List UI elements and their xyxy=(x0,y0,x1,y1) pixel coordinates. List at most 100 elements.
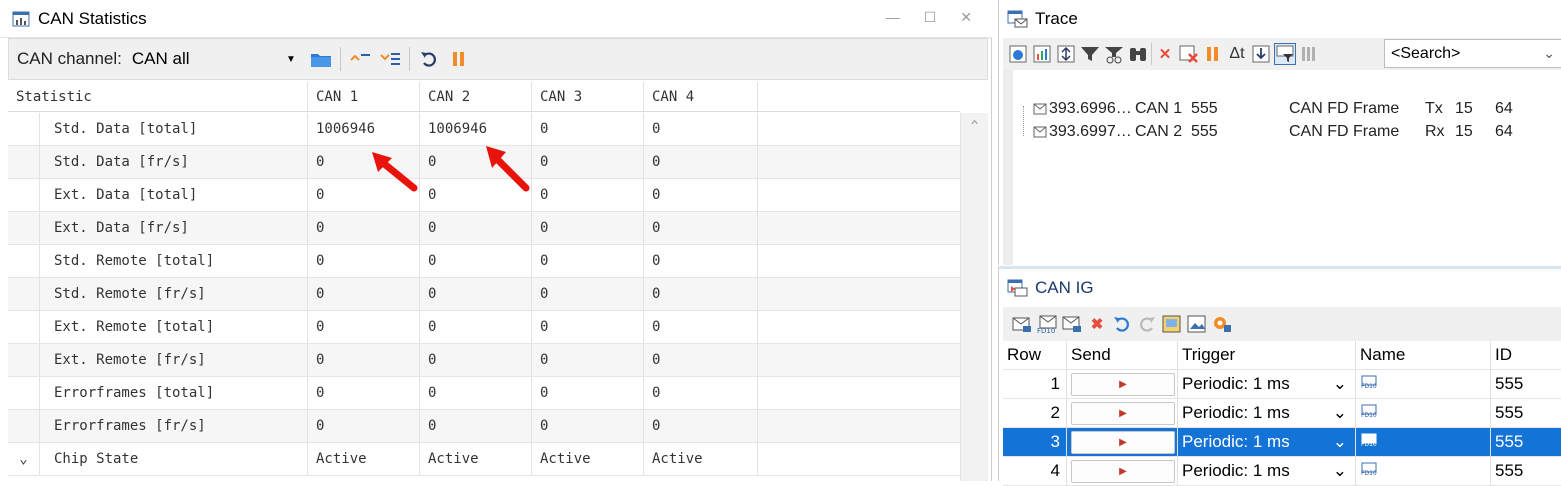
stat-value: 0 xyxy=(420,278,532,310)
svg-text:FD10: FD10 xyxy=(1361,470,1377,476)
redo-icon[interactable] xyxy=(1136,313,1158,335)
col-header-name[interactable]: Name xyxy=(1356,341,1491,369)
clear-icon[interactable] xyxy=(1178,43,1200,65)
stat-value: 0 xyxy=(532,212,644,244)
collapse-all-icon[interactable] xyxy=(349,48,371,70)
stat-value: 0 xyxy=(644,344,758,376)
add-message-icon[interactable] xyxy=(1011,313,1033,335)
send-button[interactable]: ▶ xyxy=(1071,459,1175,483)
row-expander xyxy=(8,113,40,145)
delta-time-icon[interactable]: Δt xyxy=(1226,43,1248,65)
trace-row[interactable]: 393.6996… CAN 1 555 CAN FD Frame Tx 15 64 xyxy=(1033,98,1561,120)
send-button[interactable]: ▶ xyxy=(1071,401,1175,425)
col-header-can2[interactable]: CAN 2 xyxy=(420,82,532,111)
col-header-statistic[interactable]: Statistic xyxy=(8,82,308,111)
canig-title-bar: CAN IG xyxy=(999,269,1561,307)
stat-value: 0 xyxy=(308,377,420,409)
stat-value: 0 xyxy=(308,245,420,277)
canig-row[interactable]: 3 ▶ Periodic: 1 ms ⌄ FD10 555 xyxy=(1003,428,1561,457)
toolbar-separator xyxy=(1151,43,1152,65)
scroll-sync-icon[interactable] xyxy=(1055,43,1077,65)
folder-icon[interactable] xyxy=(310,48,332,70)
col-header-row[interactable]: Row xyxy=(1003,341,1067,369)
chart-icon[interactable] xyxy=(1031,43,1053,65)
trace-dir: Rx xyxy=(1425,123,1445,140)
close-button[interactable]: ✕ xyxy=(960,9,972,26)
send-button[interactable]: ▶ xyxy=(1071,430,1175,454)
stat-value: 0 xyxy=(644,377,758,409)
vertical-scrollbar[interactable]: ^ xyxy=(960,113,988,481)
col-header-send[interactable]: Send xyxy=(1067,341,1178,369)
delete-icon[interactable]: ✕ xyxy=(1154,43,1176,65)
minimize-button[interactable]: — xyxy=(886,9,900,26)
trace-title: Trace xyxy=(1035,9,1078,28)
canig-row[interactable]: 4 ▶ Periodic: 1 ms ⌄ FD10 555 xyxy=(1003,457,1561,486)
trigger-select[interactable]: Periodic: 1 ms ⌄ xyxy=(1178,399,1356,427)
trace-search-box[interactable]: <Search> ⌄ xyxy=(1384,39,1561,68)
row-expander[interactable]: ⌄ xyxy=(8,443,40,475)
send-button[interactable]: ▶ xyxy=(1071,372,1175,396)
stat-row: Ext. Remote [fr/s] 0 0 0 0 xyxy=(8,344,960,377)
statistics-grid: Statistic CAN 1 CAN 2 CAN 3 CAN 4 Std. D… xyxy=(8,82,990,481)
settings-icon[interactable] xyxy=(1211,313,1233,335)
columns-icon[interactable] xyxy=(1298,43,1320,65)
maximize-button[interactable]: ☐ xyxy=(924,9,937,26)
col-header-trigger[interactable]: Trigger xyxy=(1178,341,1356,369)
stat-value: 0 xyxy=(644,245,758,277)
binoculars-icon[interactable] xyxy=(1127,43,1149,65)
toolbar-separator xyxy=(339,47,341,71)
trace-row[interactable]: 393.6997… CAN 2 555 CAN FD Frame Rx 15 64 xyxy=(1033,121,1561,143)
pause-icon[interactable] xyxy=(1202,43,1224,65)
info-icon[interactable] xyxy=(1007,43,1029,65)
add-fd-message-icon[interactable]: FD10 xyxy=(1036,313,1058,335)
col-header-id[interactable]: ID xyxy=(1491,341,1561,369)
can-channel-select[interactable]: CAN all ▼ xyxy=(130,45,302,73)
trigger-value: Periodic: 1 ms xyxy=(1182,461,1290,480)
stat-value: 0 xyxy=(532,377,644,409)
scroll-up-icon[interactable]: ^ xyxy=(961,119,988,134)
send-cell: ▶ xyxy=(1067,399,1178,427)
filter-message-icon[interactable] xyxy=(1079,43,1101,65)
stat-row: Std. Remote [total] 0 0 0 0 xyxy=(8,245,960,278)
row-expander xyxy=(8,278,40,310)
canig-row[interactable]: 1 ▶ Periodic: 1 ms ⌄ FD10 555 xyxy=(1003,370,1561,399)
expand-all-icon[interactable] xyxy=(379,48,401,70)
scroll-down-icon[interactable] xyxy=(1250,43,1272,65)
pause-icon[interactable] xyxy=(448,48,470,70)
filter-pair-icon[interactable] xyxy=(1103,43,1125,65)
stat-value: 0 xyxy=(532,344,644,376)
trigger-value: Periodic: 1 ms xyxy=(1182,403,1290,422)
stat-value: 0 xyxy=(532,179,644,211)
add-frame-icon[interactable] xyxy=(1061,313,1083,335)
can-channel-value: CAN all xyxy=(131,49,190,68)
stat-name: Errorframes [total] xyxy=(40,377,308,409)
id-cell: 555 xyxy=(1495,403,1524,422)
col-header-can4[interactable]: CAN 4 xyxy=(644,82,758,111)
undo-icon[interactable] xyxy=(1111,313,1133,335)
trace-window: Trace ✕ Δt <Search> ⌄ 393.6996… CAN 1 555 C… xyxy=(998,0,1561,265)
stat-row: Std. Data [total] 1006946 1006946 0 0 xyxy=(8,113,960,146)
trigger-select[interactable]: Periodic: 1 ms ⌄ xyxy=(1178,370,1356,398)
trace-chan: CAN 2 xyxy=(1135,123,1183,140)
trace-window-icon xyxy=(1007,8,1029,30)
stat-name: Std. Remote [fr/s] xyxy=(40,278,308,310)
trace-len: 64 xyxy=(1495,123,1513,140)
col-header-can3[interactable]: CAN 3 xyxy=(532,82,644,111)
trigger-select[interactable]: Periodic: 1 ms ⌄ xyxy=(1178,428,1356,456)
stat-value: Active xyxy=(644,443,758,475)
trace-time: 393.6996… xyxy=(1049,100,1132,117)
chevron-down-icon: ⌄ xyxy=(1543,45,1555,61)
reset-icon[interactable] xyxy=(418,48,440,70)
svg-text:FD10: FD10 xyxy=(1361,441,1377,447)
row-number: 1 xyxy=(1003,370,1067,398)
stat-value: 0 xyxy=(644,179,758,211)
chevron-down-icon: ⌄ xyxy=(1332,374,1347,393)
stat-name: Std. Remote [total] xyxy=(40,245,308,277)
import-icon[interactable] xyxy=(1161,313,1183,335)
canig-row[interactable]: 2 ▶ Periodic: 1 ms ⌄ FD10 555 xyxy=(1003,399,1561,428)
filter-view-icon[interactable] xyxy=(1274,43,1296,65)
stat-value: 0 xyxy=(420,245,532,277)
delete-icon[interactable]: ✖ xyxy=(1086,313,1108,335)
col-header-can1[interactable]: CAN 1 xyxy=(308,82,420,111)
picture-icon[interactable] xyxy=(1186,313,1208,335)
